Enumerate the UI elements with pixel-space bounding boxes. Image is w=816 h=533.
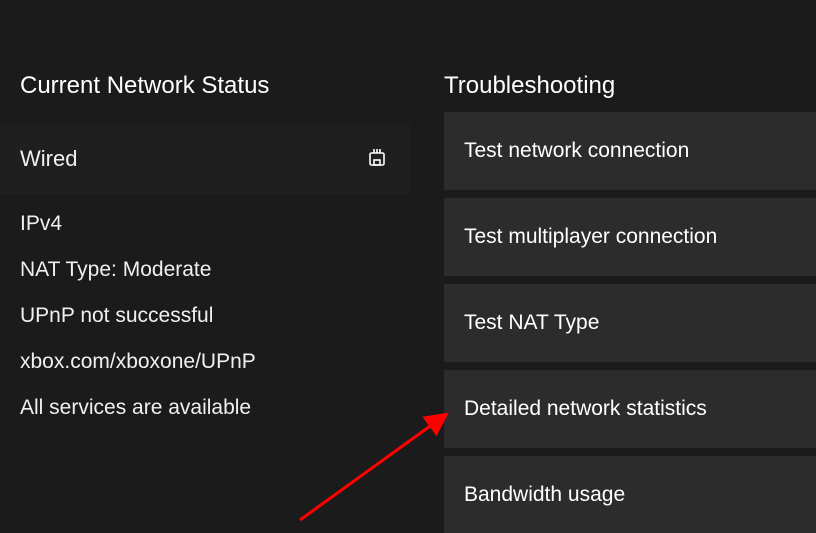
menu-detailed-network-statistics[interactable]: Detailed network statistics: [444, 370, 816, 448]
connection-type-row[interactable]: Wired: [0, 124, 410, 194]
upnp-help-url: xbox.com/xboxone/UPnP: [20, 350, 390, 374]
upnp-status: UPnP not successful: [20, 304, 390, 328]
menu-test-nat-type[interactable]: Test NAT Type: [444, 284, 816, 362]
menu-item-label: Bandwidth usage: [464, 483, 625, 507]
connection-type-label: Wired: [20, 146, 77, 172]
nat-type: NAT Type: Moderate: [20, 258, 390, 282]
troubleshooting-panel: Troubleshooting Test network connection …: [444, 72, 816, 533]
ip-version: IPv4: [20, 212, 390, 236]
menu-item-label: Test NAT Type: [464, 311, 599, 335]
menu-bandwidth-usage[interactable]: Bandwidth usage: [444, 456, 816, 533]
menu-test-multiplayer-connection[interactable]: Test multiplayer connection: [444, 198, 816, 276]
network-status-heading: Current Network Status: [0, 72, 410, 100]
troubleshooting-heading: Troubleshooting: [444, 72, 816, 100]
menu-item-label: Test network connection: [464, 139, 689, 163]
menu-item-label: Detailed network statistics: [464, 397, 707, 421]
network-status-panel: Current Network Status Wired IPv4 NAT Ty…: [0, 72, 410, 442]
menu-test-network-connection[interactable]: Test network connection: [444, 112, 816, 190]
menu-item-label: Test multiplayer connection: [464, 225, 717, 249]
status-list: IPv4 NAT Type: Moderate UPnP not success…: [0, 194, 410, 420]
troubleshooting-menu: Test network connection Test multiplayer…: [444, 112, 816, 533]
services-status: All services are available: [20, 396, 390, 420]
ethernet-icon: [368, 148, 386, 170]
